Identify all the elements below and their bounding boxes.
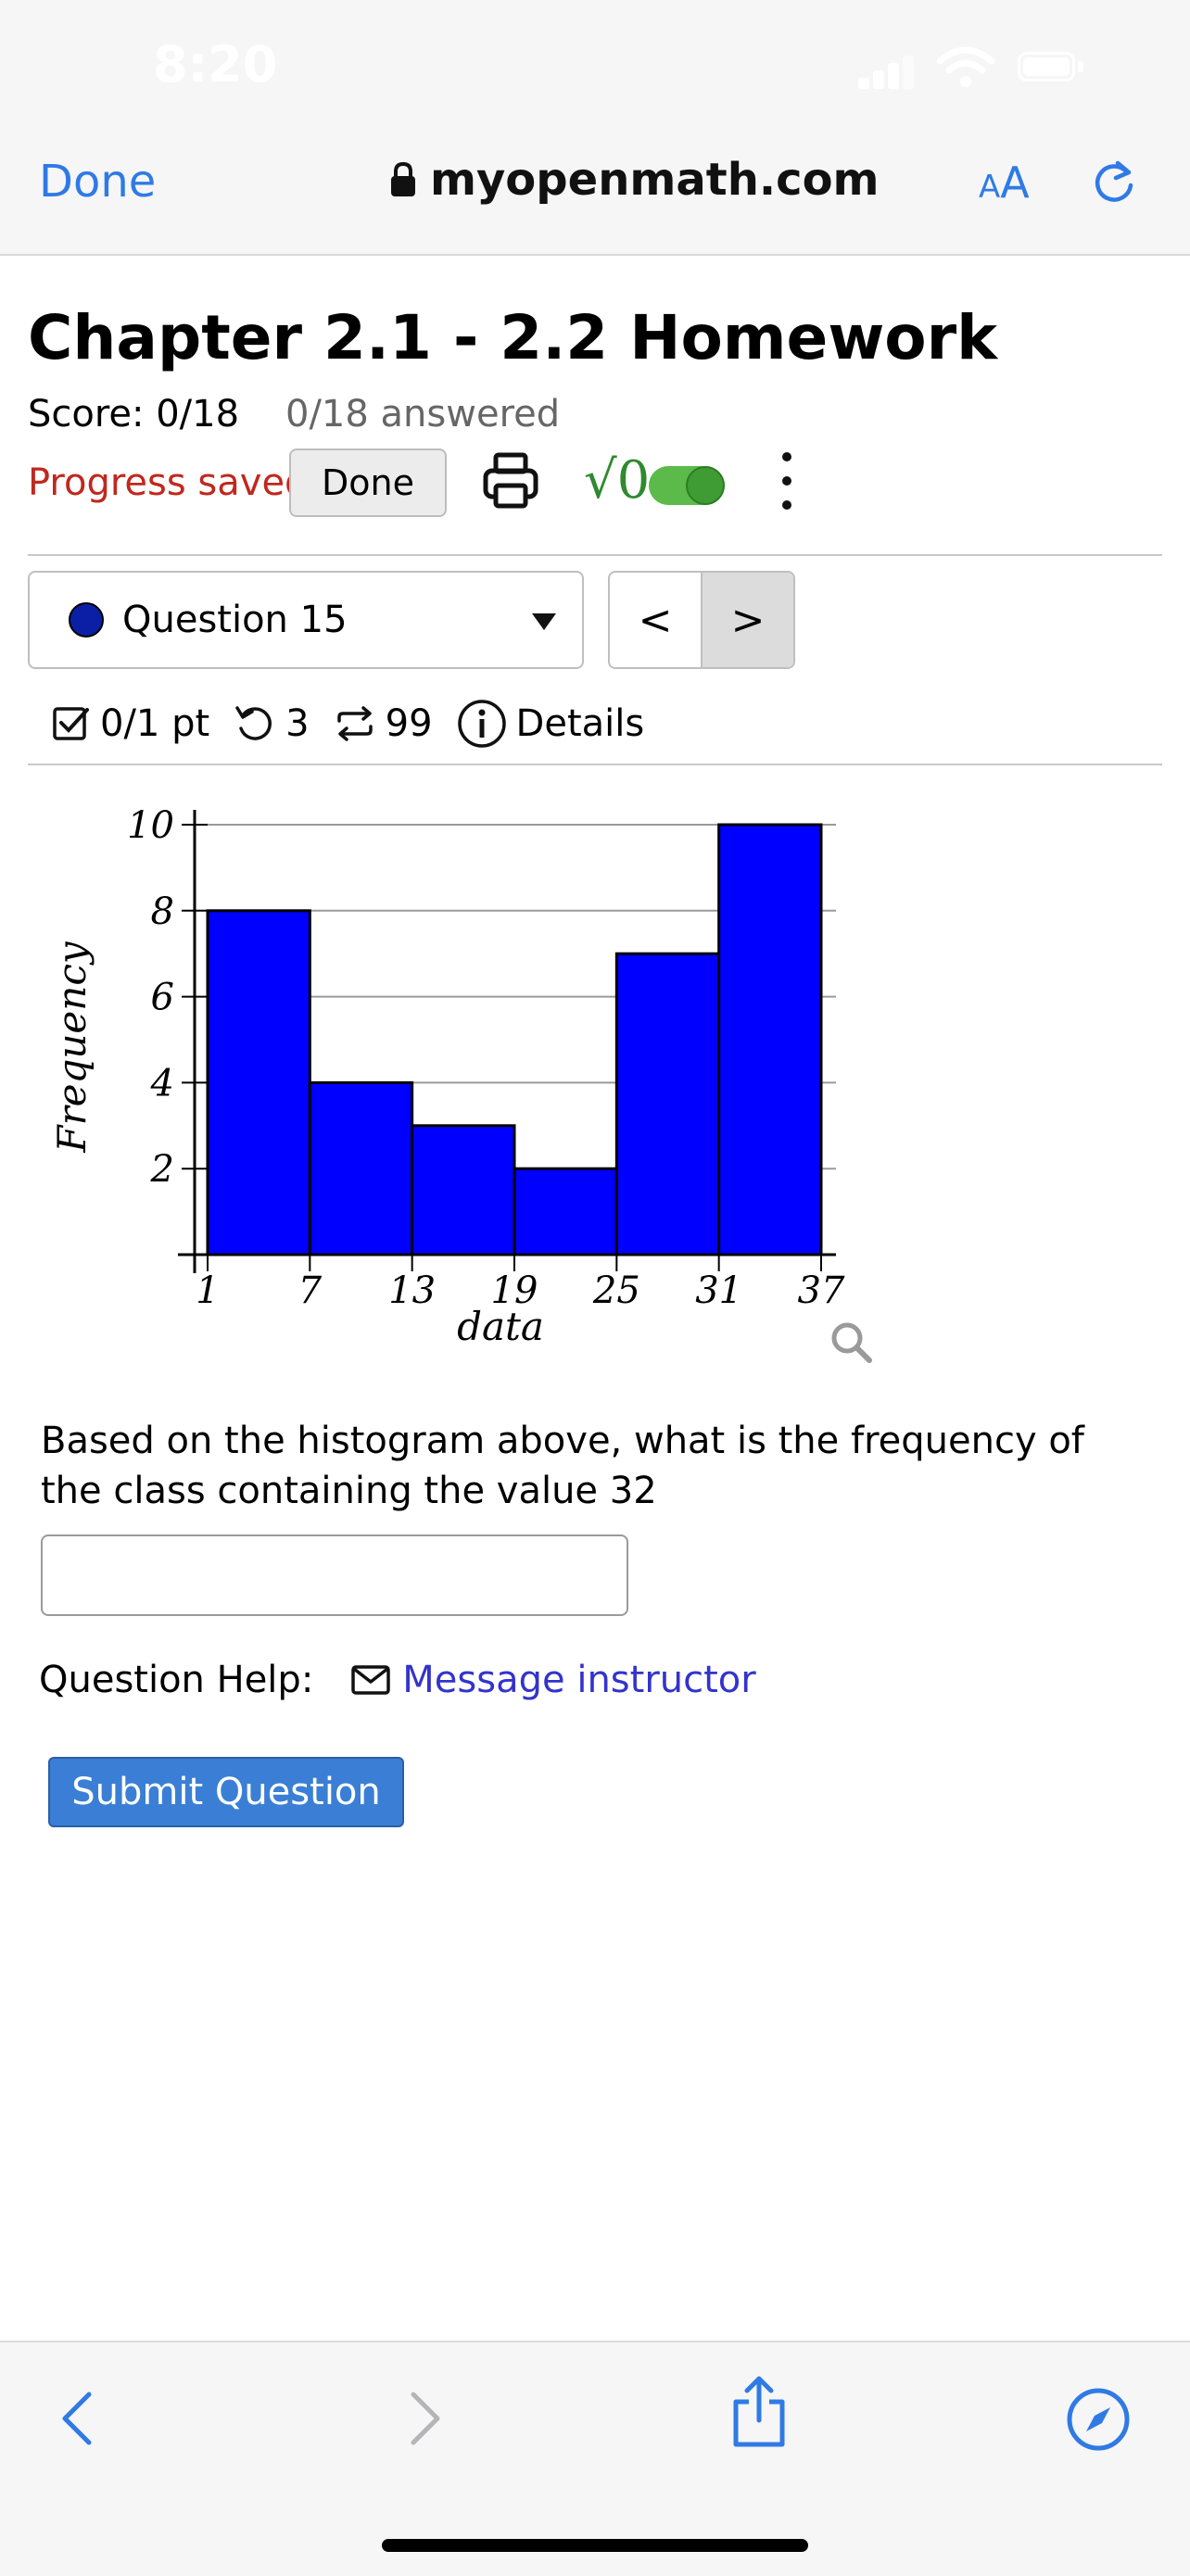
previous-question-button[interactable]: < [610, 573, 701, 667]
retries-item: 3 [234, 702, 310, 745]
points-text: 0/1 pt [100, 702, 210, 745]
question-status-dot [69, 602, 104, 638]
y-axis-label: Frequency [49, 941, 95, 1153]
x-tick-label: 25 [592, 1269, 640, 1312]
answer-input[interactable] [41, 1534, 628, 1616]
y-tick-label: 4 [150, 1062, 174, 1105]
zoom-icon[interactable] [829, 1320, 875, 1366]
y-tick-label: 10 [127, 804, 174, 847]
points-item: 0/1 pt [52, 702, 209, 745]
assignment-done-button[interactable]: Done [289, 448, 447, 517]
x-tick-label: 7 [298, 1269, 323, 1312]
math-entry-icon: √0 [584, 450, 651, 511]
battery-tip [1078, 61, 1083, 72]
back-icon[interactable] [57, 2389, 98, 2448]
repeat-icon [336, 706, 373, 741]
answered-count: 0/18 answered [285, 393, 561, 436]
x-tick-label: 31 [695, 1269, 742, 1312]
histogram-chart: 2468101 7 13 19 25 31 37 data Frequency [49, 804, 845, 1349]
text-size-large-label: A [1000, 158, 1030, 208]
details-label: Details [515, 702, 645, 745]
caret-down-icon [532, 613, 556, 630]
attempts-item: 99 [334, 702, 433, 745]
histogram-bar [614, 952, 721, 1256]
checkbox-icon [53, 707, 89, 740]
question-prompt: Based on the histogram above, what is th… [41, 1420, 1084, 1512]
signal-icon [858, 52, 914, 89]
forward-icon[interactable] [404, 2389, 445, 2448]
histogram-bar [206, 909, 311, 1256]
info-icon [457, 700, 506, 748]
printer-icon[interactable] [482, 450, 539, 511]
url-text: myopenmath.com [430, 154, 880, 206]
math-entry-toggle[interactable] [649, 466, 725, 505]
x-tick-label: 13 [388, 1269, 436, 1312]
y-tick-label: 8 [151, 890, 174, 933]
histogram-bar [308, 1080, 414, 1256]
histogram-bar [717, 823, 823, 1256]
question-help: Question Help: Message instructor [39, 1659, 756, 1701]
question-select[interactable]: Question 15 [28, 571, 584, 669]
lock-icon [391, 161, 415, 196]
details-button[interactable]: Details [457, 699, 645, 749]
attempts-count: 99 [385, 702, 433, 745]
battery-icon [1018, 52, 1075, 82]
x-axis-label: data [457, 1304, 544, 1349]
question-select-label: Question 15 [122, 599, 348, 641]
x-tick-label: 1 [196, 1269, 219, 1312]
home-indicator [382, 2539, 808, 2552]
address-bar[interactable]: myopenmath.com [389, 154, 880, 206]
submit-question-button[interactable]: Submit Question [48, 1757, 404, 1827]
share-icon[interactable] [728, 2374, 790, 2450]
message-instructor-link[interactable]: Message instructor [402, 1659, 755, 1701]
page-title: Chapter 2.1 - 2.2 Homework [28, 302, 998, 373]
histogram-bar [411, 1124, 516, 1256]
retries-count: 3 [285, 702, 310, 745]
divider [28, 764, 1162, 765]
score-text: Score: 0/18 [28, 393, 240, 436]
reload-icon[interactable] [1090, 156, 1138, 208]
compass-icon[interactable] [1066, 2387, 1131, 2452]
y-tick-label: 2 [150, 1148, 174, 1191]
status-time: 8:20 [153, 35, 278, 94]
y-tick-label: 6 [151, 977, 174, 1019]
next-question-button[interactable]: > [701, 573, 793, 667]
question-help-label: Question Help: [39, 1659, 314, 1701]
browser-done-button[interactable]: Done [39, 156, 156, 208]
envelope-icon [351, 1665, 391, 1695]
x-tick-label: 37 [798, 1269, 845, 1312]
histogram-bar [513, 1167, 618, 1256]
question-nav: < > [608, 571, 795, 669]
retry-icon [235, 706, 272, 740]
more-options-icon[interactable] [777, 448, 795, 517]
question-meta: 0/1 pt 3 99 Details [52, 699, 668, 749]
text-size-button[interactable]: AA [979, 158, 1030, 208]
wifi-icon [936, 46, 995, 87]
text-size-small-label: A [979, 169, 1001, 206]
divider [28, 554, 1162, 556]
progress-status: Progress saved [28, 461, 309, 504]
